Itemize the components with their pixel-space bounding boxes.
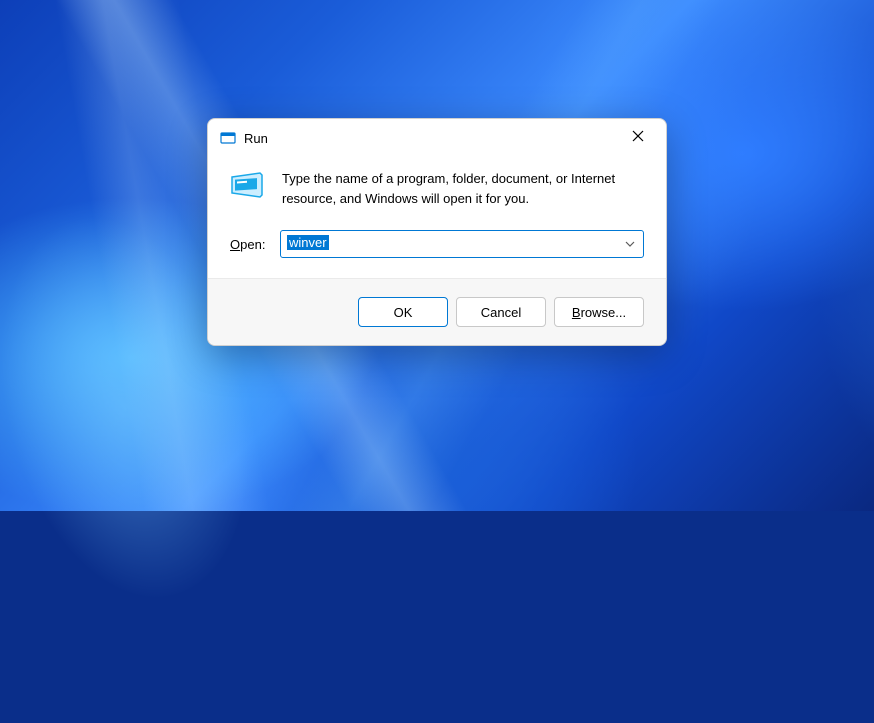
cancel-button[interactable]: Cancel — [456, 297, 546, 327]
dialog-description: Type the name of a program, folder, docu… — [282, 169, 644, 208]
run-program-icon — [230, 171, 266, 201]
dialog-title: Run — [244, 131, 618, 146]
run-titlebar-icon — [220, 130, 236, 146]
dialog-content: Type the name of a program, folder, docu… — [208, 155, 666, 278]
button-row: OK Cancel Browse... — [208, 278, 666, 345]
open-combobox[interactable]: winver — [280, 230, 644, 258]
ok-button[interactable]: OK — [358, 297, 448, 327]
combobox-dropdown-button[interactable] — [617, 231, 643, 257]
open-input[interactable] — [281, 231, 617, 257]
open-label: Open: — [230, 237, 268, 252]
close-button[interactable] — [618, 122, 658, 150]
run-dialog: Run Type the name of a program, folder, … — [207, 118, 667, 346]
close-icon — [632, 130, 644, 142]
titlebar: Run — [208, 119, 666, 155]
info-row: Type the name of a program, folder, docu… — [230, 169, 644, 208]
browse-button[interactable]: Browse... — [554, 297, 644, 327]
input-row: Open: winver — [230, 230, 644, 258]
chevron-down-icon — [625, 241, 635, 247]
